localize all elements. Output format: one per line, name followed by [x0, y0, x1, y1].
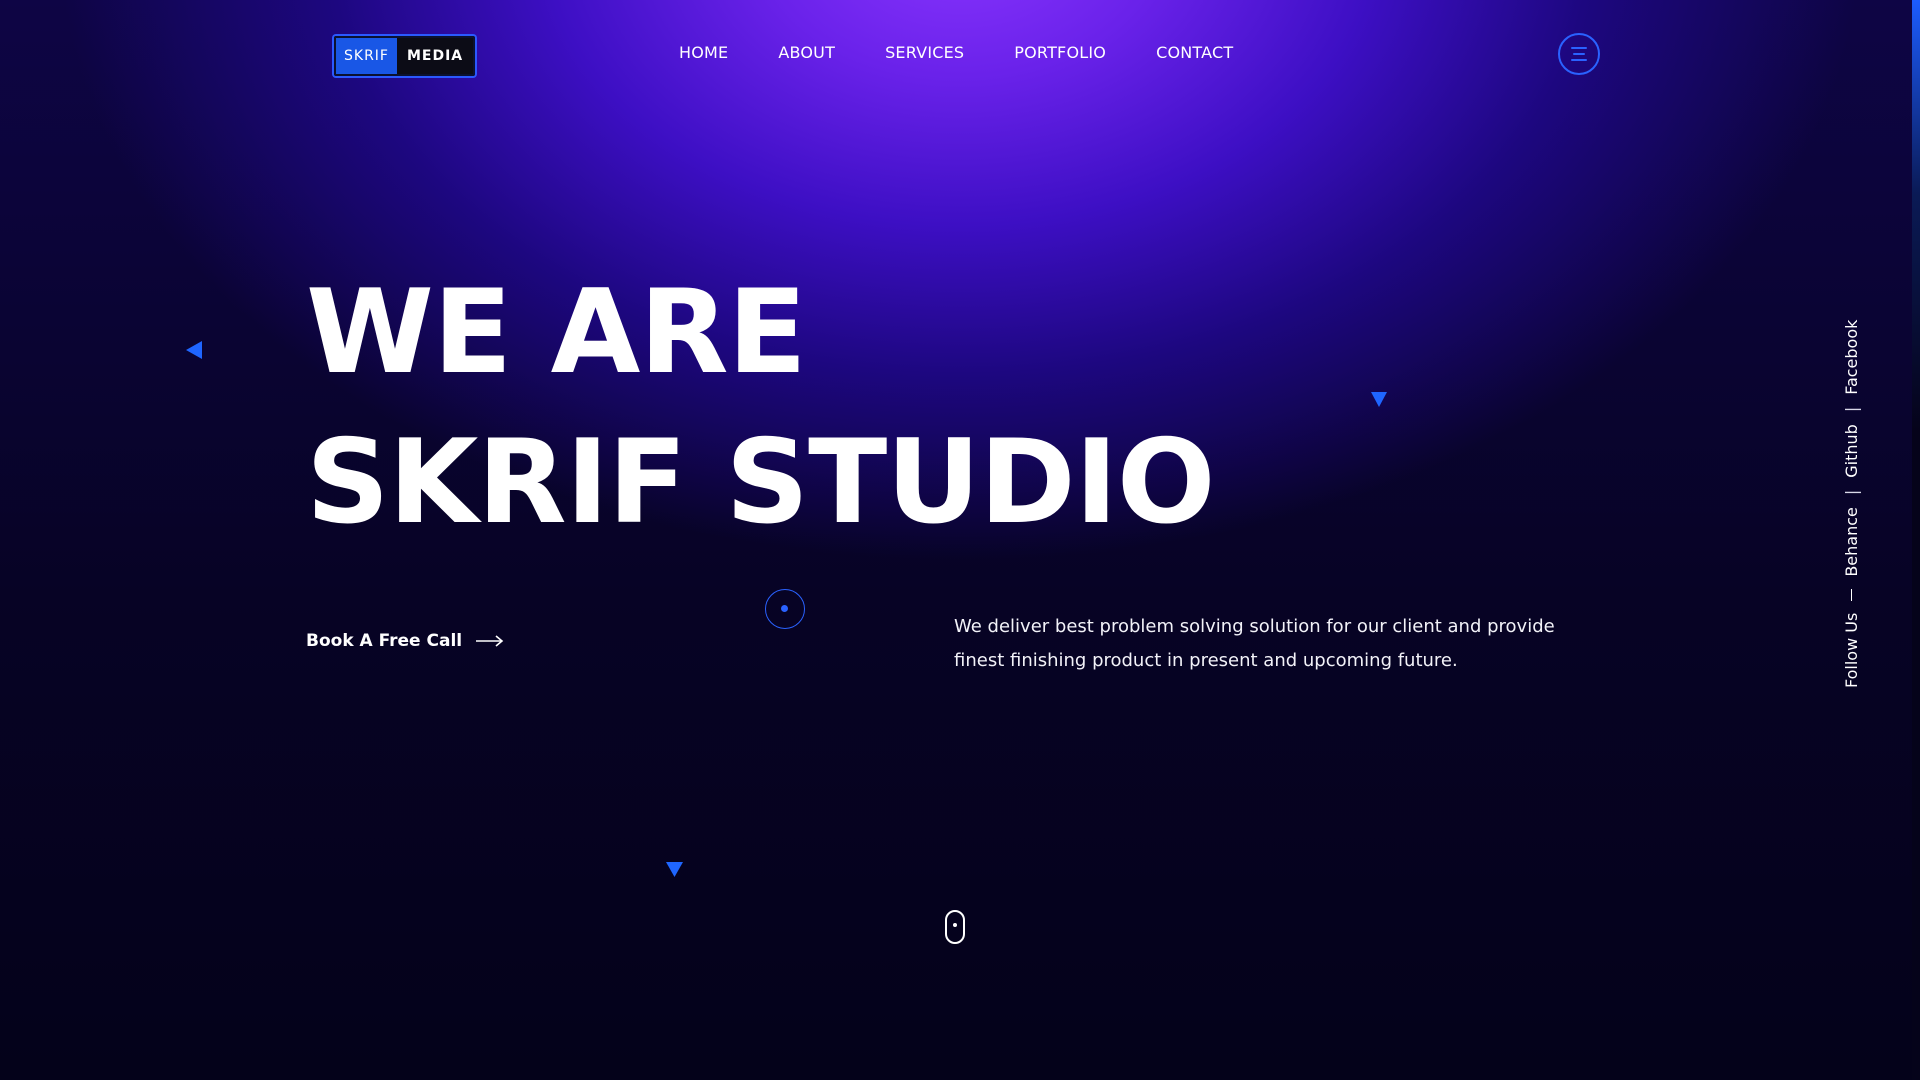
arrow-right-icon — [476, 635, 504, 647]
nav-item-services[interactable]: SERVICES — [885, 43, 964, 62]
triangle-left-decoration-icon — [186, 341, 202, 359]
scroll-mouse-icon[interactable] — [945, 910, 965, 944]
logo-text-media: MEDIA — [396, 38, 474, 74]
nav-item-home[interactable]: HOME — [679, 43, 728, 62]
logo-text-skrif: SKRIF — [336, 38, 397, 74]
main-nav: HOME ABOUT SERVICES PORTFOLIO CONTACT — [679, 43, 1233, 62]
triangle-down-decoration-icon — [666, 862, 683, 877]
social-separator: | — [1842, 489, 1861, 496]
social-links: Follow Us Behance | Github | Facebook — [1842, 320, 1861, 688]
book-free-call-link[interactable]: Book A Free Call — [306, 631, 504, 651]
nav-item-about[interactable]: ABOUT — [778, 43, 835, 62]
hero-title-line-1: WE ARE — [306, 265, 807, 400]
hamburger-menu-button[interactable] — [1558, 33, 1600, 75]
book-free-call-label: Book A Free Call — [306, 631, 463, 651]
hero-description: We deliver best problem solving solution… — [954, 616, 1555, 671]
follow-us-label: Follow Us — [1842, 612, 1861, 688]
nav-item-contact[interactable]: CONTACT — [1156, 43, 1233, 62]
ring-dot-decoration-icon — [765, 589, 805, 629]
social-link-github[interactable]: Github — [1842, 424, 1861, 478]
menu-line-top — [1571, 47, 1587, 49]
ring-center-dot — [781, 605, 788, 612]
scrollbar[interactable] — [1912, 0, 1920, 1080]
menu-line-middle — [1573, 53, 1585, 55]
hero-title-line-2: SKRIF STUDIO — [306, 415, 1215, 550]
hero-title: WE ARE SKRIF STUDIO — [306, 258, 1215, 558]
menu-line-bottom — [1571, 59, 1587, 61]
triangle-down-decoration-icon — [1371, 392, 1387, 407]
social-dash-divider — [1850, 588, 1853, 601]
social-separator: | — [1842, 406, 1861, 413]
mouse-wheel-dot — [953, 923, 957, 927]
social-link-facebook[interactable]: Facebook — [1842, 320, 1861, 395]
nav-item-portfolio[interactable]: PORTFOLIO — [1014, 43, 1106, 62]
brand-logo[interactable]: SKRIF MEDIA — [334, 36, 476, 76]
social-link-behance[interactable]: Behance — [1842, 507, 1861, 577]
